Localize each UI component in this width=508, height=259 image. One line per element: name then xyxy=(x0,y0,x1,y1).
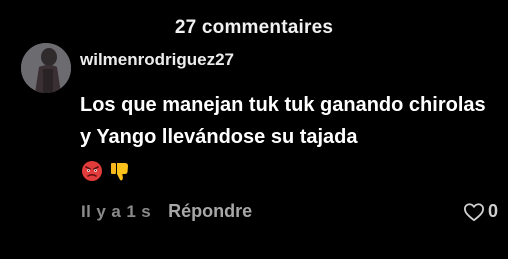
comment-text: Los que manejan tuk tuk ganando chirolas… xyxy=(80,94,486,148)
avatar-photo-icon xyxy=(21,43,71,93)
thumbs-down-icon xyxy=(111,163,128,181)
comment-timestamp: Il y a 1 s xyxy=(81,201,152,221)
like-button[interactable]: 0 xyxy=(463,201,498,222)
heart-icon xyxy=(463,202,484,221)
like-count: 0 xyxy=(487,201,498,221)
reply-button[interactable]: Répondre xyxy=(168,201,252,222)
comments-count-title: 27 commentaires xyxy=(174,17,334,38)
comment-meta: Il y a 1 s Répondre xyxy=(81,201,252,222)
comment-emojis xyxy=(81,159,131,183)
comment-username[interactable]: wilmenrodriguez27 xyxy=(80,50,234,70)
angry-face-icon xyxy=(82,161,102,181)
avatar[interactable] xyxy=(21,43,71,93)
